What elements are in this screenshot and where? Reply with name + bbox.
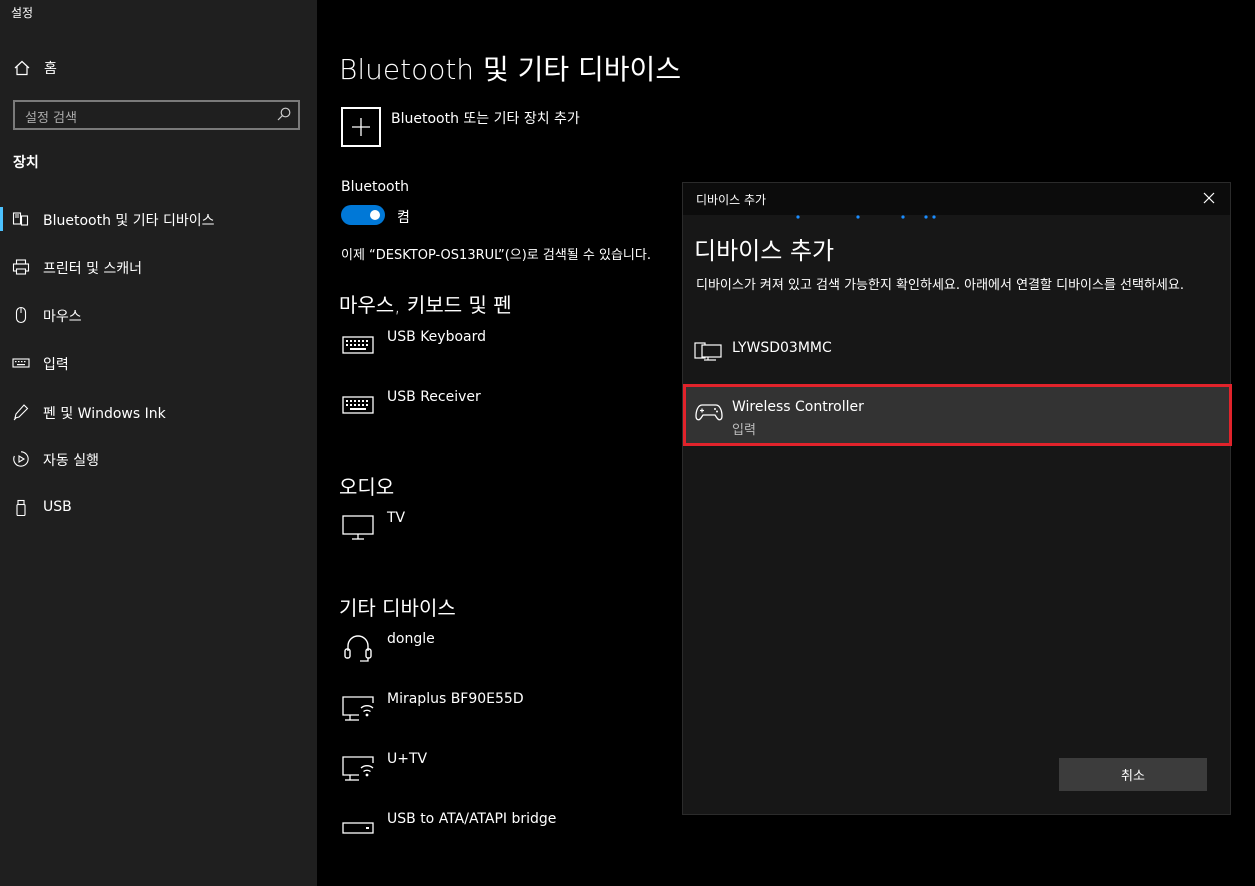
wireless-display-icon xyxy=(342,756,374,781)
search-icon[interactable] xyxy=(277,107,291,121)
autoplay-icon xyxy=(13,451,29,467)
device-category: 입력 xyxy=(732,423,756,438)
close-icon[interactable] xyxy=(1202,191,1216,205)
keyboard-icon xyxy=(342,336,374,354)
add-device-dialog: 디바이스 추가 디바이스 추가 디바이스가 켜져 있고 검색 가능한지 확인하세… xyxy=(682,182,1232,815)
dialog-description: 디바이스가 켜져 있고 검색 가능한지 확인하세요. 아래에서 연결할 디바이스… xyxy=(696,278,1184,293)
keyboard-icon xyxy=(12,358,30,368)
device-name: Wireless Controller xyxy=(732,399,864,415)
drive-icon xyxy=(342,822,374,834)
monitor-icon xyxy=(342,515,374,540)
sidebar-item-label: USB xyxy=(43,499,72,515)
usb-icon xyxy=(16,499,26,517)
device-name: TV xyxy=(387,510,406,526)
sidebar-item-pen[interactable]: 펜 및 Windows Ink xyxy=(0,394,317,430)
dialog-device-lywsd03mmc[interactable]: LYWSD03MMC xyxy=(683,323,1230,383)
sidebar-item-typing[interactable]: 입력 xyxy=(0,345,317,381)
bluetooth-devices-icon xyxy=(12,212,29,226)
add-device-button[interactable] xyxy=(341,107,381,147)
sidebar-item-bluetooth[interactable]: Bluetooth 및 기타 디바이스 xyxy=(0,201,317,237)
sidebar-item-label: 자동 실행 xyxy=(43,453,99,469)
device-name: Miraplus BF90E55D xyxy=(387,691,524,707)
search-input[interactable]: 설정 검색 xyxy=(13,100,300,130)
gamepad-icon xyxy=(695,404,723,421)
discoverable-text: 이제 “DESKTOP-OS13RUL”(으)로 검색될 수 있습니다. xyxy=(341,248,651,263)
sidebar-item-mouse[interactable]: 마우스 xyxy=(0,297,317,333)
group-title: 기타 디바이스 xyxy=(339,596,456,620)
sidebar-item-usb[interactable]: USB xyxy=(0,490,317,526)
device-name: LYWSD03MMC xyxy=(732,340,832,356)
dialog-heading: 디바이스 추가 xyxy=(694,237,835,265)
keyboard-icon xyxy=(342,396,374,414)
pen-icon xyxy=(13,404,29,421)
cancel-button[interactable]: 취소 xyxy=(1059,758,1207,791)
home-nav-item[interactable]: 홈 xyxy=(14,57,57,79)
sidebar: 설정 홈 설정 검색 장치 Bluetooth 및 기타 디바이스 프린터 및 … xyxy=(0,0,317,886)
dialog-window-title: 디바이스 추가 xyxy=(696,193,767,207)
group-title: 오디오 xyxy=(339,475,395,499)
dialog-titlebar: 디바이스 추가 xyxy=(683,183,1230,215)
app-title: 설정 xyxy=(11,6,34,20)
toggle-knob xyxy=(370,210,380,220)
sidebar-item-label: 입력 xyxy=(43,357,69,373)
device-name: USB Receiver xyxy=(387,389,481,405)
sidebar-item-label: Bluetooth 및 기타 디바이스 xyxy=(43,213,215,229)
add-device-label[interactable]: Bluetooth 또는 기타 장치 추가 xyxy=(391,108,580,128)
device-name: dongle xyxy=(387,631,435,647)
bluetooth-toggle[interactable] xyxy=(341,205,385,225)
group-title: 마우스, 키보드 및 펜 xyxy=(339,293,512,317)
device-name: USB Keyboard xyxy=(387,329,486,345)
home-icon xyxy=(14,60,30,76)
device-name: USB to ATA/ATAPI bridge xyxy=(387,811,557,827)
active-indicator xyxy=(0,207,3,231)
home-label: 홈 xyxy=(44,61,57,77)
sidebar-item-printers[interactable]: 프린터 및 스캐너 xyxy=(0,249,317,285)
wireless-display-icon xyxy=(342,696,374,721)
dialog-device-wireless-controller[interactable]: Wireless Controller 입력 xyxy=(683,384,1232,446)
plus-icon xyxy=(352,118,370,136)
section-heading: 장치 xyxy=(13,155,39,171)
printer-icon xyxy=(12,259,30,275)
bluetooth-label: Bluetooth xyxy=(341,179,409,195)
bluetooth-state-label: 켬 xyxy=(397,210,410,226)
mouse-icon xyxy=(15,306,27,324)
sidebar-item-label: 프린터 및 스캐너 xyxy=(43,261,143,277)
sidebar-item-label: 펜 및 Windows Ink xyxy=(43,406,166,422)
generic-device-icon xyxy=(694,342,722,361)
progress-dots-icon xyxy=(796,215,936,219)
sidebar-item-autoplay[interactable]: 자동 실행 xyxy=(0,441,317,477)
headset-icon xyxy=(344,635,372,662)
page-title: Bluetooth 및 기타 디바이스 xyxy=(339,53,682,86)
search-placeholder: 설정 검색 xyxy=(25,111,77,126)
device-name: U+TV xyxy=(387,751,428,767)
sidebar-item-label: 마우스 xyxy=(43,309,82,325)
